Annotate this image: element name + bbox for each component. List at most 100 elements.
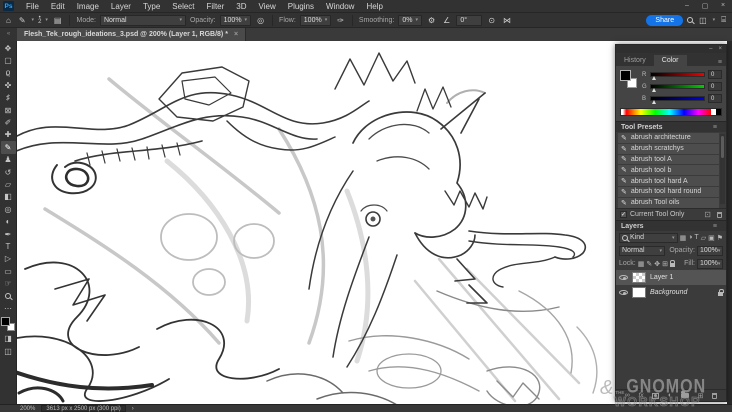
tool-hand[interactable]: ☞ (1, 277, 16, 289)
zoom-level[interactable]: 200% (20, 406, 35, 412)
preset-item[interactable]: ✎ abrush tool hard round (618, 186, 719, 198)
layer-row-background[interactable]: Background (616, 285, 726, 300)
foreground-color-swatch[interactable] (620, 70, 631, 81)
share-button[interactable]: Share (646, 14, 684, 26)
color-swatches[interactable] (1, 316, 15, 331)
tool-zoom[interactable] (1, 290, 16, 302)
filter-shape-icon[interactable]: ▱ (701, 234, 706, 242)
menu-image[interactable]: Image (71, 2, 105, 11)
slider-handle[interactable] (652, 76, 656, 80)
lock-all-icon[interactable] (669, 260, 676, 267)
visibility-eye-icon[interactable] (619, 290, 628, 295)
minimize-button[interactable]: – (678, 2, 696, 10)
tool-crop[interactable]: ♯ (1, 92, 16, 104)
quick-mask-button[interactable]: ◨ (1, 333, 16, 345)
filter-adjustment-icon[interactable]: ◑ (688, 234, 692, 241)
new-layer-icon[interactable]: ⊞ (698, 392, 704, 400)
flow-select[interactable]: 100% ▾ (299, 14, 332, 26)
tab-history[interactable]: History (616, 55, 654, 66)
pressure-size-icon[interactable]: ⊙ (486, 16, 497, 25)
brush-tool-icon[interactable]: ✎ (17, 16, 28, 25)
tool-blur[interactable]: ◎ (1, 203, 16, 215)
smoothing-select[interactable]: 0% ▾ (398, 14, 422, 26)
screen-mode-button[interactable]: ◫ (1, 345, 16, 357)
tool-healing-brush[interactable]: ✚ (1, 129, 16, 141)
tool-quick-select[interactable]: ✜ (1, 79, 16, 91)
toolbar-collapse-icon[interactable]: « (0, 28, 17, 41)
presets-scrollbar[interactable] (720, 134, 725, 204)
mode-select[interactable]: Normal ▾ (99, 14, 186, 26)
tool-eyedropper[interactable]: ✐ (1, 116, 16, 128)
foreground-color-swatch[interactable] (1, 316, 10, 326)
lock-position-icon[interactable]: ✥ (654, 260, 660, 268)
panel-menu-icon[interactable]: ≡ (709, 223, 721, 230)
workspace-switcher-icon[interactable]: ◫ (697, 16, 709, 25)
preset-item[interactable]: ✎ abrush tool A (618, 154, 719, 166)
preset-item[interactable]: ✎ abrush tool hard A (618, 176, 719, 187)
tool-frame[interactable]: ⊠ (1, 104, 16, 116)
preset-item[interactable]: ✎ abrush tool b (618, 165, 719, 177)
tool-eraser[interactable]: ▱ (1, 178, 16, 190)
blue-slider[interactable] (650, 96, 705, 104)
new-preset-icon[interactable]: ⊡ (704, 210, 711, 219)
visibility-eye-icon[interactable] (619, 275, 628, 280)
menu-window[interactable]: Window (320, 2, 360, 11)
tool-shape[interactable]: ▭ (1, 265, 16, 277)
panel-menu-icon[interactable]: ≡ (709, 124, 721, 131)
panel-color-swatches[interactable] (620, 70, 638, 88)
panel-minimize-icon[interactable]: – (709, 46, 712, 52)
tool-type[interactable]: T (1, 240, 16, 252)
menu-type[interactable]: Type (137, 2, 166, 11)
red-slider[interactable] (650, 72, 705, 80)
chevron-down-icon[interactable]: ▾ (32, 17, 35, 23)
tool-lasso[interactable]: ϱ (1, 67, 16, 79)
tool-presets-header[interactable]: Tool Presets ≡ (616, 121, 726, 132)
menu-filter[interactable]: Filter (201, 2, 231, 11)
layer-thumbnail[interactable] (632, 272, 646, 283)
panel-close-icon[interactable]: × (718, 46, 722, 52)
delete-preset-icon[interactable] (717, 211, 722, 218)
brush-size-preview[interactable]: • 2 (38, 15, 41, 25)
slider-handle[interactable] (652, 100, 656, 104)
brush-panel-toggle-icon[interactable]: ▤ (52, 16, 64, 25)
angle-input[interactable]: 0° (456, 14, 483, 26)
filter-smart-object-icon[interactable]: ▣ (708, 234, 715, 242)
layer-thumbnail[interactable] (632, 287, 646, 298)
menu-edit[interactable]: Edit (45, 2, 71, 11)
rainbow-ramp[interactable] (621, 109, 711, 115)
slider-handle[interactable] (652, 88, 656, 92)
blue-value[interactable]: 0 (708, 94, 722, 103)
layer-row-layer1[interactable]: Layer 1 (616, 270, 726, 285)
current-tool-only-checkbox[interactable]: ✓ (620, 211, 627, 218)
search-icon[interactable] (687, 17, 694, 23)
layer-name[interactable]: Layer 1 (650, 274, 673, 281)
symmetry-icon[interactable]: ⋈ (501, 16, 513, 25)
scrollbar-thumb[interactable] (721, 136, 724, 158)
green-value[interactable]: 0 (708, 82, 722, 91)
filter-toggle-icon[interactable]: ⚑ (717, 234, 723, 242)
airbrush-icon[interactable]: ✑ (335, 16, 346, 25)
tool-move[interactable]: ✥ (1, 42, 16, 54)
toolbar-ellipsis[interactable]: ⋯ (1, 302, 16, 314)
layer-opacity-select[interactable]: 100% ▾ (697, 245, 723, 256)
smoothing-gear-icon[interactable]: ⚙ (426, 16, 437, 25)
preset-item[interactable]: ✎ abrush Tool oils (618, 197, 719, 208)
delete-layer-icon[interactable] (712, 392, 718, 399)
close-button[interactable]: × (714, 2, 732, 10)
home-icon[interactable]: ⌂ (4, 16, 13, 25)
export-icon[interactable]: ⌸ (719, 15, 728, 25)
tool-marquee[interactable]: ▢ (1, 54, 16, 66)
black-ramp[interactable] (716, 109, 721, 115)
layer-effects-icon[interactable]: fx (638, 392, 643, 399)
blend-mode-select[interactable]: Normal ▾ (619, 245, 665, 256)
pressure-opacity-icon[interactable]: ◎ (255, 16, 266, 25)
filter-pixel-icon[interactable]: ▦ (680, 234, 687, 242)
menu-file[interactable]: File (20, 2, 45, 11)
menu-help[interactable]: Help (360, 2, 388, 11)
kind-filter-select[interactable]: Kind ▾ (619, 232, 678, 243)
lock-artboard-icon[interactable]: ⊞ (662, 260, 668, 268)
tool-clone-stamp[interactable]: ♟ (1, 154, 16, 166)
opacity-select[interactable]: 100% ▾ (219, 14, 252, 26)
green-slider[interactable] (650, 84, 705, 92)
status-flyout-arrow[interactable]: › (132, 406, 134, 412)
